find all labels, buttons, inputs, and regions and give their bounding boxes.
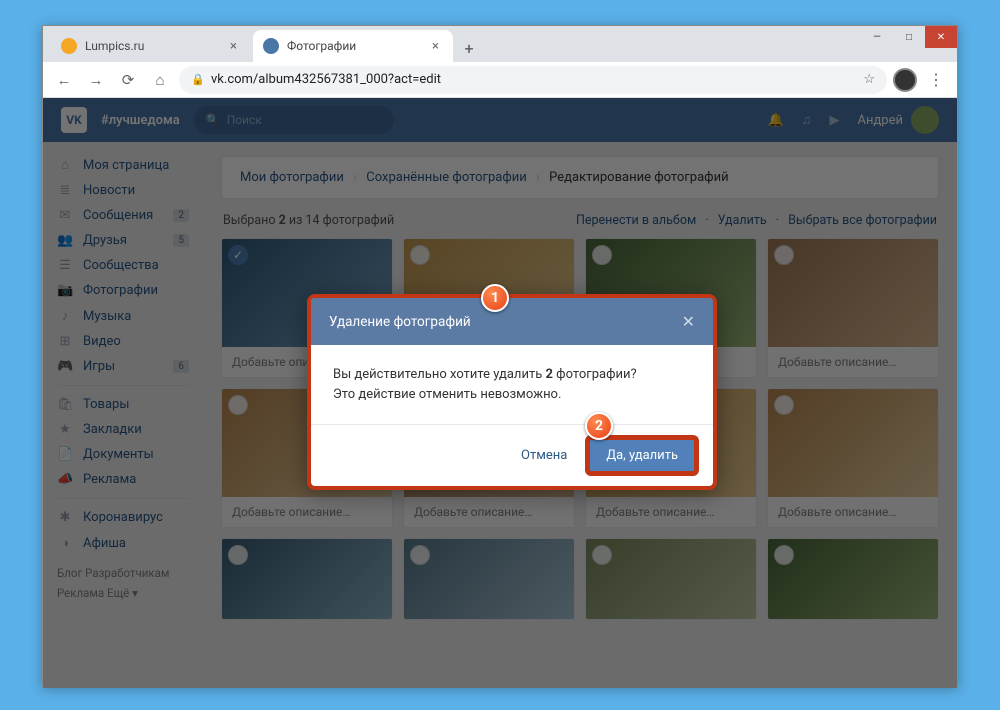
- favicon-icon: [263, 38, 279, 54]
- window-controls: — □ ✕: [861, 26, 957, 48]
- url-input[interactable]: 🔒 vk.com/album432567381_000?act=edit ☆: [179, 66, 887, 94]
- maximize-button[interactable]: □: [893, 26, 925, 48]
- confirm-delete-button[interactable]: Да, удалить: [587, 437, 697, 474]
- back-button[interactable]: ←: [51, 67, 77, 93]
- close-window-button[interactable]: ✕: [925, 26, 957, 48]
- modal-title: Удаление фотографий: [329, 314, 471, 330]
- forward-button[interactable]: →: [83, 67, 109, 93]
- cancel-button[interactable]: Отмена: [511, 442, 577, 469]
- minimize-button[interactable]: —: [861, 26, 893, 48]
- tab-photos[interactable]: Фотографии ×: [253, 30, 453, 62]
- tab-title: Lumpics.ru: [85, 39, 144, 53]
- tab-close-icon[interactable]: ×: [428, 39, 443, 54]
- close-icon[interactable]: ✕: [682, 312, 695, 331]
- lock-icon: 🔒: [191, 73, 203, 86]
- browser-window: — □ ✕ Lumpics.ru × Фотографии × + ← → ⟳ …: [42, 25, 958, 687]
- modal-line1: Вы действительно хотите удалить 2 фотогр…: [333, 365, 691, 385]
- address-bar: ← → ⟳ ⌂ 🔒 vk.com/album432567381_000?act=…: [43, 62, 957, 98]
- new-tab-button[interactable]: +: [455, 34, 483, 62]
- modal-header: Удаление фотографий ✕: [311, 298, 713, 345]
- home-button[interactable]: ⌂: [147, 67, 173, 93]
- annotation-pin-1: 1: [481, 284, 509, 312]
- favicon-icon: [61, 38, 77, 54]
- tab-title: Фотографии: [287, 39, 356, 53]
- modal-body: Вы действительно хотите удалить 2 фотогр…: [311, 345, 713, 424]
- tab-close-icon[interactable]: ×: [226, 39, 241, 54]
- modal-line2: Это действие отменить невозможно.: [333, 385, 691, 405]
- reload-button[interactable]: ⟳: [115, 67, 141, 93]
- tab-lumpics[interactable]: Lumpics.ru ×: [51, 30, 251, 62]
- tab-strip: Lumpics.ru × Фотографии × +: [43, 26, 957, 62]
- modal-footer: Отмена Да, удалить: [311, 424, 713, 486]
- page-content: VK #лучшедома 🔍 Поиск 🔔 ♫ ▶ Андрей ⌂Моя …: [43, 98, 957, 688]
- bookmark-icon[interactable]: ☆: [863, 72, 875, 87]
- url-text: vk.com/album432567381_000?act=edit: [211, 72, 855, 87]
- browser-menu-button[interactable]: ⋮: [923, 70, 949, 89]
- profile-avatar[interactable]: [893, 68, 917, 92]
- annotation-pin-2: 2: [585, 412, 613, 440]
- delete-confirm-modal: Удаление фотографий ✕ Вы действительно х…: [307, 294, 717, 490]
